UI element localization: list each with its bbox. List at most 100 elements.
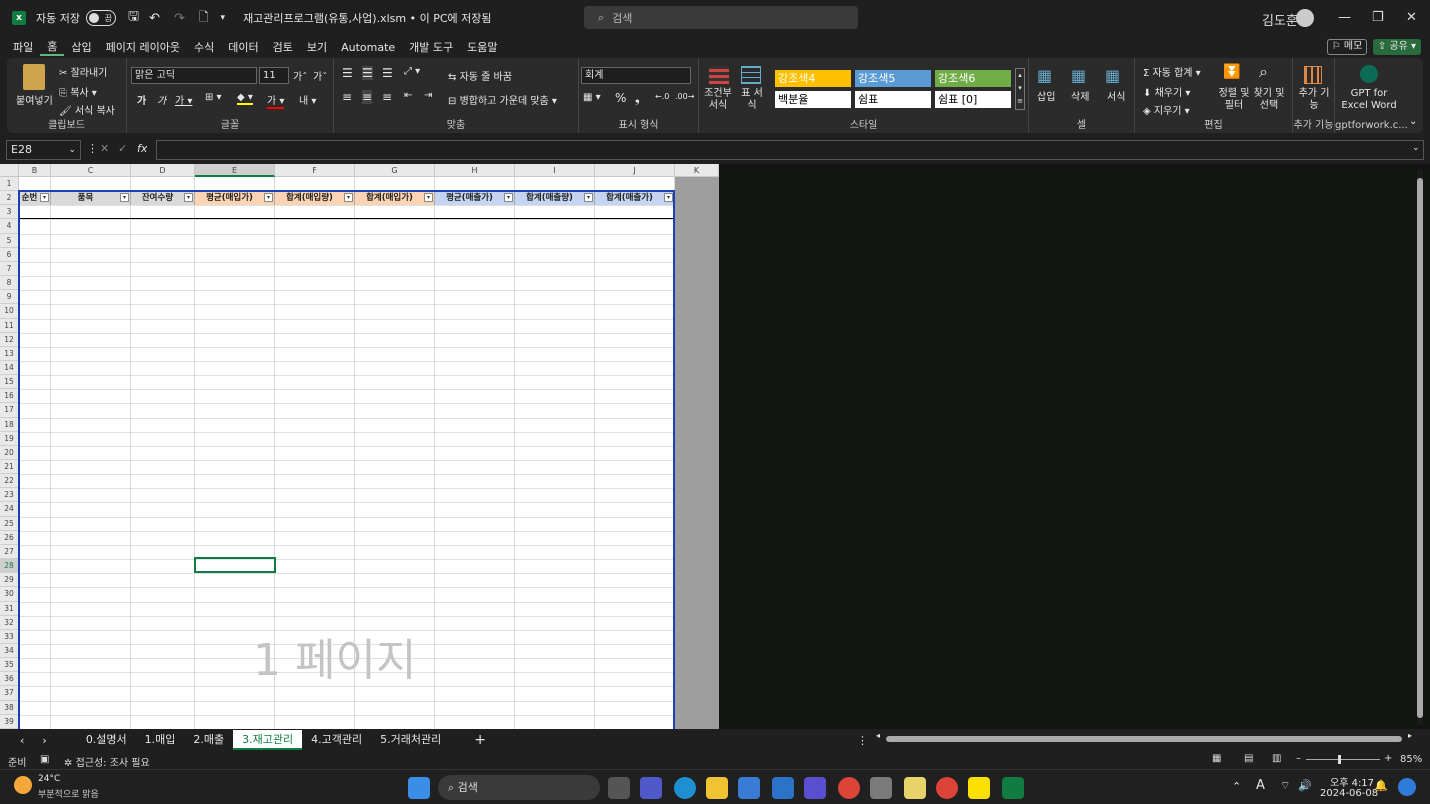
format-cells-icon[interactable]: ▦ [1105,66,1120,85]
page-layout-icon[interactable]: ▤ [1244,753,1253,764]
align-top-icon[interactable]: ☰ [342,66,353,80]
menu-2[interactable]: 삽입 [64,39,98,55]
menu-8[interactable]: Automate [334,41,402,54]
store-icon[interactable] [738,777,760,799]
paste-icon[interactable] [23,64,45,90]
number-format-select[interactable]: 회계 [581,67,691,84]
row-header-26[interactable]: 26 [0,530,19,545]
column-header-G[interactable]: G [355,164,435,177]
shrink-font-icon[interactable]: 가ˇ [313,68,327,83]
teams-icon[interactable] [640,777,662,799]
row-header-24[interactable]: 24 [0,502,19,517]
notepad-icon[interactable] [904,777,926,799]
column-header-D[interactable]: D [131,164,195,177]
addins-icon[interactable] [1304,66,1322,84]
horizontal-scrollbar[interactable]: ◂ ▸ [876,731,1412,744]
insert-cells-icon[interactable]: ▦ [1037,66,1052,85]
sheet-tab[interactable]: 4.고객관리 [302,730,371,750]
style-comma[interactable]: 쉼표 [855,91,931,108]
function-icon[interactable]: fx [137,142,147,155]
zoom-level[interactable]: 85% [1400,754,1422,765]
font-name-select[interactable]: 맑은 고딕 [131,67,257,84]
start-icon[interactable] [408,777,430,799]
sheet-tab[interactable]: 5.거래처관리 [371,730,450,750]
fill-color-icon[interactable]: ◆ ▾ [237,92,253,105]
tab-prev-icon[interactable]: ‹ [20,734,24,747]
menu-6[interactable]: 검토 [266,39,300,55]
find-select-icon[interactable]: ⌕ [1259,62,1268,82]
row-header-20[interactable]: 20 [0,445,19,461]
row-header-11[interactable]: 11 [0,318,19,333]
name-box[interactable]: E28 ⌄ [6,140,81,160]
row-header-25[interactable]: 25 [0,516,19,531]
row-header-36[interactable]: 36 [0,672,19,687]
selected-cell[interactable] [194,557,276,573]
weather-icon[interactable] [14,776,32,794]
macro-record-icon[interactable]: ▣ [40,754,49,765]
row-header-5[interactable]: 5 [0,233,19,248]
style-percent[interactable]: 백분율 [775,91,851,108]
tab-next-icon[interactable]: › [42,734,46,747]
row-header-13[interactable]: 13 [0,346,19,361]
file-name[interactable]: 재고관리프로그램(유통,사업).xlsm • 이 PC에 저장됨 [243,10,491,26]
clock-time[interactable]: 오후 4:17 [1330,774,1374,789]
align-center-icon[interactable]: ≡ [362,90,373,104]
copy-button[interactable]: ⎘ 복사 ▾ [59,84,97,99]
row-header-7[interactable]: 7 [0,261,19,277]
decrease-indent-icon[interactable]: ⇤ [404,90,412,101]
styles-scroll[interactable]: ▴ ▾ ≡ [1015,68,1025,110]
sort-filter-icon[interactable]: ⏬ [1223,64,1240,80]
autosum-button[interactable]: Σ 자동 합계 ▾ [1143,64,1201,79]
row-header-2[interactable]: 2 [0,191,19,206]
menu-4[interactable]: 수식 [187,39,221,55]
column-header-E[interactable]: E [195,164,275,177]
customize-qat-icon[interactable]: ▾ [221,13,226,23]
style-comma0[interactable]: 쉼표 [0] [935,91,1011,108]
cut-button[interactable]: ✂ 잘라내기 [59,64,107,79]
weather-desc[interactable]: 부분적으로 맑음 [38,787,99,800]
wifi-icon[interactable]: ⌔ [1280,779,1290,793]
phonetic-icon[interactable]: 내 ▾ [299,92,316,107]
table-format-icon[interactable] [741,66,761,84]
increase-indent-icon[interactable]: ⇥ [424,90,432,101]
column-header-C[interactable]: C [51,164,131,177]
user-name[interactable]: 김도훈 [1262,10,1298,29]
undo-icon[interactable]: ↶ [149,11,160,26]
copilot-icon[interactable] [1398,778,1416,796]
paste-button[interactable]: 붙여넣기 [16,92,53,107]
row-header-21[interactable]: 21 [0,460,19,475]
underline-icon[interactable]: 가 ▾ [175,92,192,107]
italic-icon[interactable]: 가 [157,92,166,107]
volume-icon[interactable]: 🔊 [1298,779,1312,792]
vertical-scrollbar[interactable] [1417,170,1423,725]
row-header-27[interactable]: 27 [0,544,19,560]
row-header-4[interactable]: 4 [0,219,19,234]
increase-decimal-icon[interactable]: ←.0 [655,92,669,101]
font-color-icon[interactable]: 가 ▾ [267,92,285,109]
format-cells-button[interactable]: 서식 [1107,88,1125,103]
find-select-button[interactable]: 찾기 및 선택 [1251,88,1287,112]
style-accent5[interactable]: 강조색5 [855,70,931,87]
row-header-33[interactable]: 33 [0,629,19,644]
new-file-icon[interactable]: 🗋 [199,8,209,29]
row-header-9[interactable]: 9 [0,290,19,305]
gpt-button[interactable]: GPT for Excel Word [1339,88,1399,112]
normal-view-icon[interactable]: ▦ [1212,753,1221,764]
comma-icon[interactable]: ❟ [635,91,640,106]
insert-cells-button[interactable]: 삽입 [1037,88,1055,103]
app-icon[interactable] [804,777,826,799]
row-header-31[interactable]: 31 [0,601,19,616]
row-header-38[interactable]: 38 [0,700,19,715]
row-header-6[interactable]: 6 [0,247,19,262]
align-bottom-icon[interactable]: ☰ [382,66,393,80]
search-box[interactable]: ⌕ 검색 [584,6,858,29]
row-header-12[interactable]: 12 [0,332,19,347]
cancel-icon[interactable]: ✕ [100,142,109,155]
row-header-30[interactable]: 30 [0,587,19,602]
tray-chevron-icon[interactable]: ⌃ [1232,780,1241,793]
menu-7[interactable]: 보기 [300,39,334,55]
row-header-10[interactable]: 10 [0,304,19,319]
row-header-15[interactable]: 15 [0,375,19,390]
mail-icon[interactable] [772,777,794,799]
row-header-14[interactable]: 14 [0,360,19,376]
